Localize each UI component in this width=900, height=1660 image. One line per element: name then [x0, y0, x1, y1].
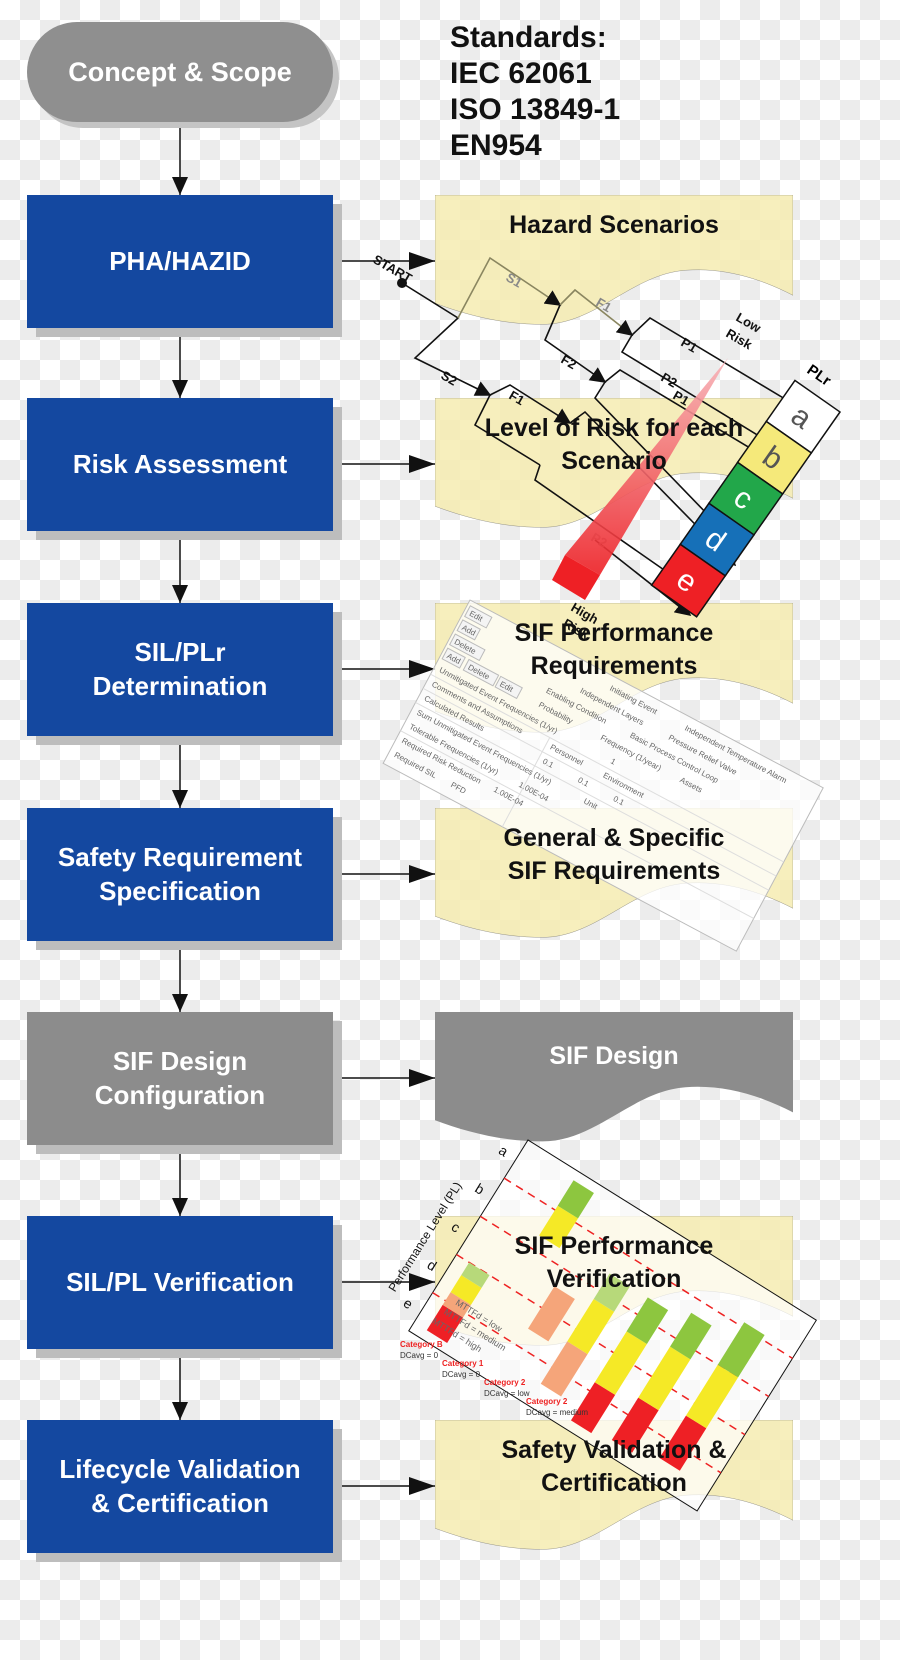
branch-label: F2 [559, 352, 580, 373]
start-label: START [371, 252, 415, 286]
output-label: General & Specific SIF Requirements [503, 824, 725, 885]
step-safety-requirement-specification: Safety Requirement Specification [27, 808, 333, 941]
output-label: SIF Design [549, 1042, 679, 1070]
arrowhead-icon [172, 380, 188, 398]
step-lifecycle-validation-certification: Lifecycle Validation & Certification [27, 1420, 333, 1553]
arrowhead-icon [409, 455, 435, 473]
standards-title: Standards: [450, 21, 607, 54]
document-shape [435, 1012, 793, 1142]
arrowhead-icon [409, 252, 435, 270]
step-label: Concept & Scope [68, 56, 292, 87]
dcavg-label: DCavg = 0 [442, 1370, 481, 1379]
arrowhead-icon [172, 790, 188, 808]
output-label: SIF Performance Requirements [514, 619, 714, 680]
arrowhead-icon [409, 1069, 435, 1087]
step-sil-pl-verification: SIL/PL Verification [27, 1216, 333, 1349]
step-concept-scope: Concept & Scope [27, 22, 333, 122]
standards-block: Standards: IEC 62061 ISO 13849-1 EN954 [450, 20, 620, 164]
step-label: Risk Assessment [72, 448, 288, 479]
arrowhead-icon [409, 865, 435, 883]
category-label: Category 1 [442, 1359, 484, 1368]
step-label: Lifecycle Validation & Certification [59, 1453, 301, 1518]
arrowhead-icon [172, 1402, 188, 1420]
dcavg-label: DCavg = 0 [400, 1351, 439, 1360]
step-label: SIL/PL Verification [66, 1266, 294, 1297]
standard-item: ISO 13849-1 [450, 93, 621, 126]
dcavg-label: DCavg = medium [526, 1408, 588, 1417]
category-label: Category B [400, 1340, 443, 1349]
arrowhead-icon [172, 994, 188, 1012]
step-label: Safety Requirement Specification [57, 841, 303, 906]
step-label: PHA/HAZID [109, 245, 251, 276]
arrowhead-icon [172, 177, 188, 195]
category-label: Category 2 [526, 1397, 568, 1406]
step-sif-design-configuration: SIF Design Configuration [27, 1012, 333, 1145]
pl-level-tick: a [496, 1142, 511, 1160]
step-pha-hazid: PHA/HAZID [27, 195, 333, 328]
output-label: Safety Validation & Certification [501, 1436, 727, 1497]
dcavg-label: DCavg = low [484, 1389, 530, 1398]
output-label: Hazard Scenarios [509, 211, 719, 239]
branch-label: P2 [659, 370, 680, 391]
step-label: SIL/PLr Determination [92, 636, 268, 701]
category-label: Category 2 [484, 1378, 526, 1387]
output-sif-design: SIF Design [435, 1012, 793, 1144]
arrowhead-icon [172, 585, 188, 603]
standard-item: IEC 62061 [450, 57, 592, 90]
step-sil-plr-determination: SIL/PLr Determination [27, 603, 333, 736]
output-label: SIF Performance Verification [514, 1232, 714, 1293]
arrowhead-icon [409, 1477, 435, 1495]
plr-label: PLr [804, 361, 834, 389]
step-label: SIF Design Configuration [94, 1045, 266, 1110]
pl-level-tick: e [401, 1295, 416, 1313]
output-label: Level of Risk for each Scenario [484, 414, 744, 475]
arrowhead-icon [409, 1273, 435, 1291]
pl-level-tick: b [472, 1180, 487, 1198]
standard-item: EN954 [450, 129, 542, 162]
arrowhead-icon [172, 1198, 188, 1216]
step-risk-assessment: Risk Assessment [27, 398, 333, 531]
